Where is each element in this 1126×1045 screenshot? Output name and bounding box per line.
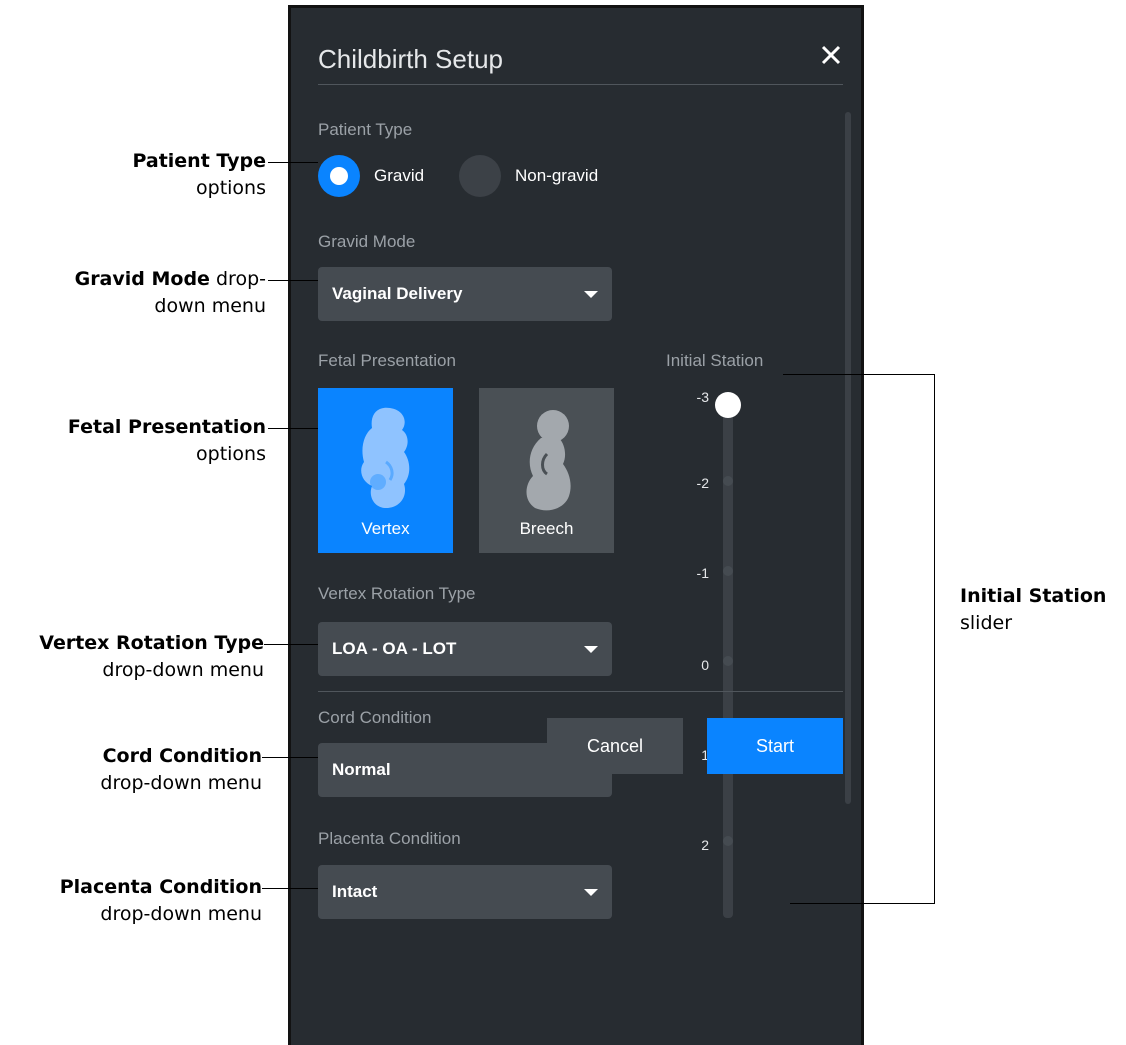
patient-type-non-gravid-option[interactable]: Non-gravid [459, 155, 598, 197]
caret-down-icon [584, 645, 598, 653]
slider-tick-label: 0 [701, 657, 709, 673]
annotation-text: drop-down menu [102, 659, 264, 681]
slider-tick [723, 836, 733, 846]
annotation-patient-type: Patient Type options [132, 148, 266, 202]
annotation-leader-line [262, 757, 318, 758]
annotation-bracket-side [934, 374, 935, 904]
vertex-rotation-type-value: LOA - OA - LOT [332, 639, 457, 658]
slider-tick-label: -3 [696, 389, 709, 405]
annotation-title: Initial Station [960, 585, 1107, 607]
annotation-title: Fetal Presentation [67, 416, 266, 438]
placenta-condition-value: Intact [332, 882, 378, 901]
childbirth-setup-dialog: Childbirth Setup Patient Type Gravid Non… [288, 5, 864, 1045]
breech-option-label: Breech [519, 519, 574, 538]
annotation-text: slider [960, 612, 1013, 634]
gravid-mode-label: Gravid Mode [318, 232, 416, 251]
annotation-leader-line [268, 428, 318, 429]
footer-divider [318, 691, 843, 692]
non-gravid-radio-label: Non-gravid [515, 166, 599, 185]
annotation-title: Cord Condition [102, 745, 262, 767]
fetus-vertex-icon [360, 407, 409, 508]
slider-tick [723, 476, 733, 486]
close-icon [821, 45, 841, 65]
cord-condition-value: Normal [332, 760, 391, 779]
slider-tick-label: 2 [701, 837, 709, 853]
initial-station-label: Initial Station [666, 351, 764, 370]
annotation-leader-line [268, 280, 318, 281]
annotation-title: Patient Type [132, 150, 266, 172]
gravid-mode-dropdown[interactable]: Vaginal Delivery [318, 267, 612, 321]
cancel-button[interactable]: Cancel [547, 718, 683, 774]
dialog-title: Childbirth Setup [318, 44, 503, 74]
annotation-bracket-top [783, 374, 935, 375]
annotation-text: drop- [209, 268, 266, 290]
patient-type-gravid-option[interactable]: Gravid [318, 155, 424, 197]
slider-tick-label: -1 [696, 565, 709, 581]
annotation-title: Vertex Rotation Type [39, 632, 264, 654]
annotation-title: Gravid Mode [74, 268, 210, 290]
annotation-placenta-condition: Placenta Condition drop-down menu [60, 874, 262, 928]
gravid-radio[interactable] [318, 155, 360, 197]
annotation-initial-station: Initial Station slider [960, 583, 1106, 637]
annotation-cord-condition: Cord Condition drop-down menu [100, 743, 262, 797]
close-button[interactable] [816, 40, 846, 70]
annotation-text: drop-down menu [100, 772, 262, 794]
patient-type-label: Patient Type [318, 120, 413, 139]
annotation-bracket-bottom [790, 903, 935, 904]
breech-option-tile[interactable]: Breech [479, 388, 614, 553]
initial-station-slider-thumb[interactable] [715, 392, 741, 418]
annotation-leader-line [264, 644, 318, 645]
annotation-text: drop-down menu [100, 903, 262, 925]
scrollbar[interactable] [845, 112, 851, 804]
non-gravid-radio[interactable] [459, 155, 501, 197]
annotation-leader-line [262, 888, 318, 889]
placenta-condition-label: Placenta Condition [318, 829, 461, 848]
annotation-gravid-mode: Gravid Mode drop- down menu [75, 266, 266, 320]
caret-down-icon [584, 290, 598, 298]
annotation-text: options [196, 443, 266, 465]
gravid-mode-value: Vaginal Delivery [332, 284, 463, 303]
vertex-option-tile[interactable]: Vertex [318, 388, 453, 553]
slider-tick-label: -2 [696, 475, 709, 491]
vertex-rotation-type-label: Vertex Rotation Type [318, 584, 476, 603]
caret-down-icon [584, 888, 598, 896]
vertex-rotation-type-dropdown[interactable]: LOA - OA - LOT [318, 622, 612, 676]
vertex-option-label: Vertex [361, 519, 410, 538]
annotation-vertex-rotation-type: Vertex Rotation Type drop-down menu [39, 630, 264, 684]
slider-tick [723, 656, 733, 666]
gravid-radio-label: Gravid [374, 166, 425, 185]
annotation-text: options [196, 177, 266, 199]
fetus-breech-icon [526, 410, 571, 511]
annotation-fetal-presentation: Fetal Presentation options [68, 414, 266, 468]
fetal-presentation-label: Fetal Presentation [318, 351, 456, 370]
header-divider [318, 84, 843, 85]
annotation-title: Placenta Condition [59, 876, 262, 898]
annotation-text: down menu [154, 295, 266, 317]
placenta-condition-dropdown[interactable]: Intact [318, 865, 612, 919]
start-button[interactable]: Start [707, 718, 843, 774]
slider-tick [723, 566, 733, 576]
cord-condition-label: Cord Condition [318, 708, 432, 727]
annotation-leader-line [268, 162, 318, 163]
